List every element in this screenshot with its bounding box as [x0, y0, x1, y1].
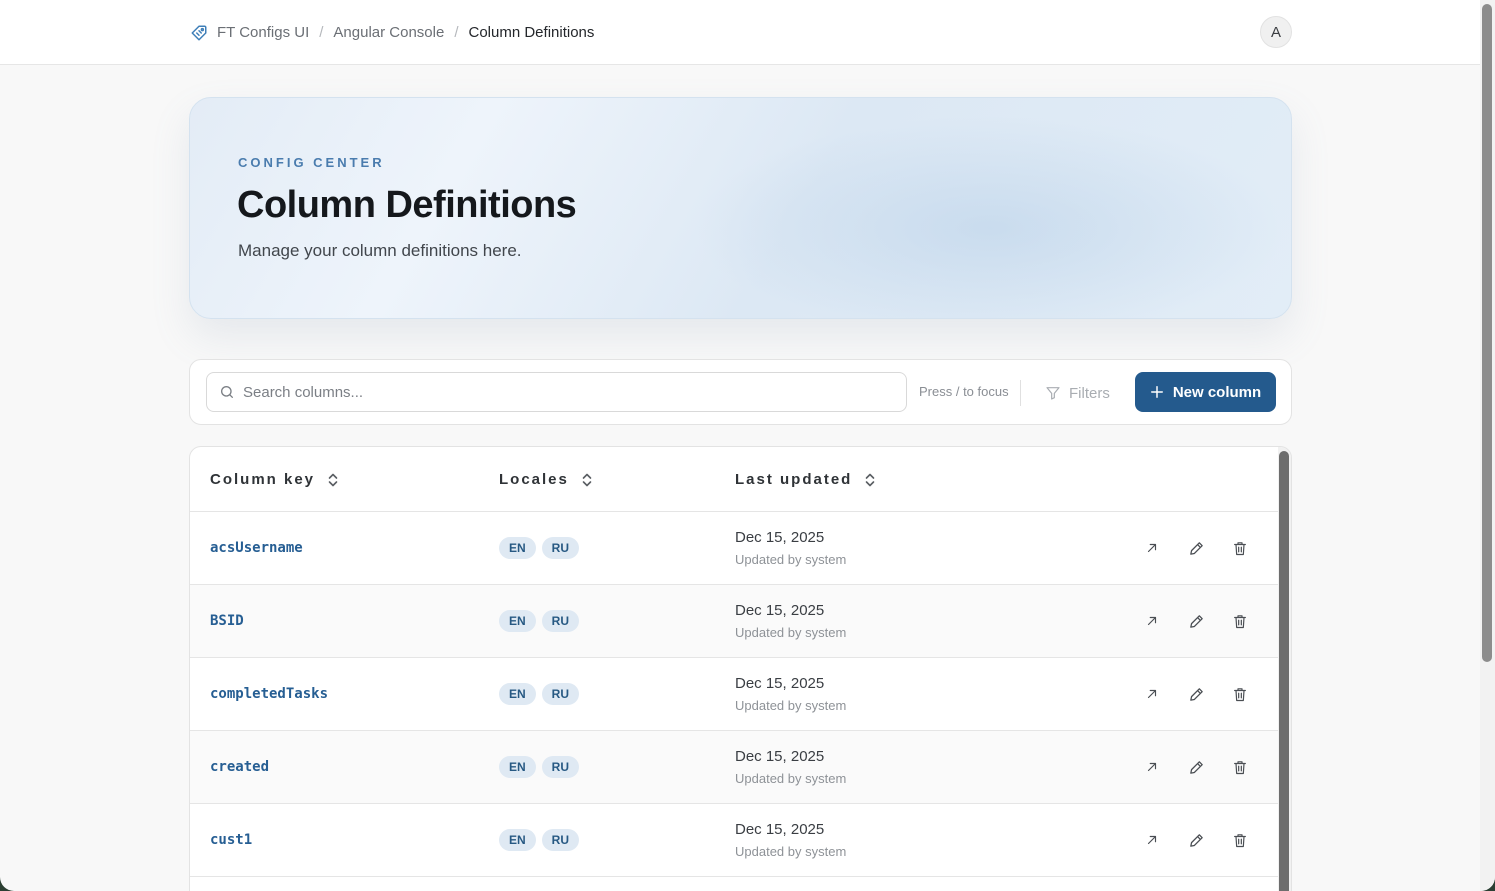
search-box[interactable]: [206, 372, 907, 412]
trash-icon[interactable]: [1229, 537, 1251, 559]
pencil-icon[interactable]: [1185, 683, 1207, 705]
breadcrumb: FT Configs UI / Angular Console / Column…: [190, 0, 594, 65]
arrow-up-right-icon[interactable]: [1141, 829, 1163, 851]
locale-badge: RU: [541, 537, 580, 559]
locale-badge: RU: [541, 756, 580, 778]
toolbar: Press / to focus Filters New column: [189, 359, 1292, 425]
trash-icon[interactable]: [1229, 829, 1251, 851]
updated-date: Dec 15, 2025: [735, 529, 825, 546]
table-row[interactable]: BSID EN RU Dec 15, 2025 Updated by syste…: [190, 585, 1278, 658]
top-bar: FT Configs UI / Angular Console / Column…: [0, 0, 1480, 65]
column-key[interactable]: cust1: [210, 804, 252, 876]
pencil-icon[interactable]: [1185, 829, 1207, 851]
header-label: Locales: [499, 471, 569, 488]
table-row[interactable]: created EN RU Dec 15, 2025 Updated by sy…: [190, 731, 1278, 804]
column-key[interactable]: acsUsername: [210, 512, 303, 584]
locale-badges: EN RU: [499, 537, 580, 559]
header-last-updated[interactable]: Last updated: [735, 447, 876, 512]
hero-panel: CONFIG CENTER Column Definitions Manage …: [189, 97, 1292, 319]
app-window: FT Configs UI / Angular Console / Column…: [0, 0, 1495, 891]
page-scrollbar-thumb[interactable]: [1482, 4, 1492, 662]
hero-eyebrow: CONFIG CENTER: [238, 155, 385, 170]
breadcrumb-item-ft-configs[interactable]: FT Configs UI: [217, 24, 309, 41]
breadcrumb-separator: /: [319, 24, 324, 41]
tag-icon: [190, 24, 208, 42]
table-row[interactable]: completedTasks EN RU Dec 15, 2025 Update…: [190, 658, 1278, 731]
toolbar-divider: [1020, 380, 1021, 406]
trash-icon[interactable]: [1229, 610, 1251, 632]
locale-badges: EN RU: [499, 610, 580, 632]
table-scrollbar-thumb[interactable]: [1279, 451, 1289, 891]
table-row[interactable]: cust1 EN RU Dec 15, 2025 Updated by syst…: [190, 804, 1278, 877]
locale-badge: EN: [499, 683, 536, 705]
pencil-icon[interactable]: [1185, 537, 1207, 559]
table-row[interactable]: acsUsername EN RU Dec 15, 2025 Updated b…: [190, 512, 1278, 585]
updated-date: Dec 15, 2025: [735, 675, 825, 692]
new-column-button[interactable]: New column: [1135, 372, 1276, 412]
header-locales[interactable]: Locales: [499, 447, 593, 512]
updated-date: Dec 15, 2025: [735, 602, 825, 619]
pencil-icon[interactable]: [1185, 610, 1207, 632]
locale-badges: EN RU: [499, 683, 580, 705]
filters-button[interactable]: Filters: [1045, 380, 1110, 406]
updated-by: Updated by system: [735, 771, 847, 786]
breadcrumb-current: Column Definitions: [468, 24, 595, 41]
locale-badge: EN: [499, 756, 536, 778]
trash-icon[interactable]: [1229, 683, 1251, 705]
column-key[interactable]: created: [210, 731, 269, 803]
header-column-key[interactable]: Column key: [210, 447, 339, 512]
search-input[interactable]: [243, 383, 883, 401]
sort-icon[interactable]: [327, 473, 339, 487]
arrow-up-right-icon[interactable]: [1141, 537, 1163, 559]
header-label: Column key: [210, 471, 316, 488]
sort-icon[interactable]: [581, 473, 593, 487]
locale-badge: EN: [499, 537, 536, 559]
table-header: Column key Locales Last updated: [190, 447, 1278, 512]
locale-badge: RU: [541, 610, 580, 632]
filters-label: Filters: [1069, 384, 1110, 402]
trash-icon[interactable]: [1229, 756, 1251, 778]
breadcrumb-separator: /: [454, 24, 459, 41]
locale-badge: EN: [499, 610, 536, 632]
avatar[interactable]: A: [1260, 16, 1292, 48]
page-title: Column Definitions: [237, 184, 577, 226]
column-key[interactable]: BSID: [210, 585, 244, 657]
column-key[interactable]: completedTasks: [210, 658, 328, 730]
updated-date: Dec 15, 2025: [735, 748, 825, 765]
new-column-label: New column: [1172, 383, 1262, 401]
updated-by: Updated by system: [735, 552, 847, 567]
breadcrumb-item-angular-console[interactable]: Angular Console: [333, 24, 444, 41]
locale-badge: RU: [541, 683, 580, 705]
updated-by: Updated by system: [735, 625, 847, 640]
search-icon: [219, 384, 235, 400]
locale-badge: EN: [499, 829, 536, 851]
funnel-icon: [1045, 385, 1061, 401]
arrow-up-right-icon[interactable]: [1141, 683, 1163, 705]
pencil-icon[interactable]: [1185, 756, 1207, 778]
locale-badges: EN RU: [499, 756, 580, 778]
locale-badge: RU: [541, 829, 580, 851]
sort-icon[interactable]: [864, 473, 876, 487]
updated-by: Updated by system: [735, 844, 847, 859]
arrow-up-right-icon[interactable]: [1141, 610, 1163, 632]
locale-badges: EN RU: [499, 829, 580, 851]
updated-date: Dec 15, 2025: [735, 821, 825, 838]
arrow-up-right-icon[interactable]: [1141, 756, 1163, 778]
search-shortcut-hint: Press / to focus: [919, 384, 1009, 399]
columns-table: Column key Locales Last updated acsUsern…: [189, 446, 1292, 891]
updated-by: Updated by system: [735, 698, 847, 713]
page-subtitle: Manage your column definitions here.: [238, 241, 522, 260]
plus-icon: [1150, 385, 1164, 399]
header-label: Last updated: [735, 471, 853, 488]
